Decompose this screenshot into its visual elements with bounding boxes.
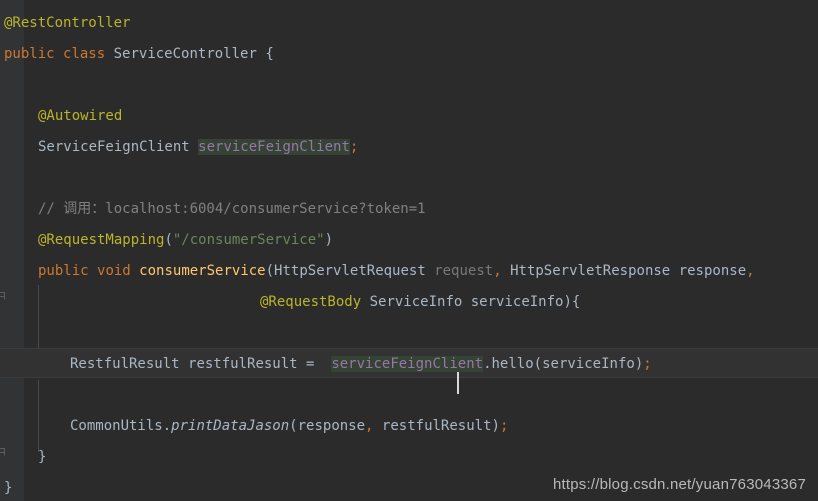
- code-line[interactable]: CommonUtils.printDataJason(response, res…: [70, 411, 508, 441]
- field-service-feign-client[interactable]: serviceFeignClient: [198, 139, 350, 155]
- code-content[interactable]: @RestController public class ServiceCont…: [0, 0, 818, 501]
- param-type-service-info: ServiceInfo: [369, 294, 463, 310]
- field-service-feign-client-usage-tail[interactable]: ent: [457, 356, 484, 372]
- comma: ,: [746, 263, 755, 279]
- argument-restful-result: restfulResult: [381, 418, 492, 434]
- variable-restful-result: restfulResult: [188, 356, 298, 372]
- class-common-utils: CommonUtils: [70, 418, 163, 434]
- code-line[interactable]: @Autowired: [38, 101, 122, 131]
- paren-open: (: [164, 232, 173, 248]
- paren-open: (: [289, 418, 298, 434]
- param-service-info: serviceInfo: [470, 294, 564, 310]
- code-line[interactable]: // 调用：localhost:6004/consumerService?tok…: [38, 194, 426, 224]
- brace-close-method: }: [38, 449, 47, 465]
- string-mapping-path: "/consumerService": [172, 232, 325, 248]
- class-name-service-controller: ServiceController: [113, 46, 257, 62]
- paren-open: (: [533, 356, 543, 372]
- brace-open: {: [571, 294, 581, 310]
- type-service-feign-client: ServiceFeignClient: [38, 139, 190, 155]
- semicolon: ;: [499, 418, 509, 434]
- dot: .: [162, 418, 172, 434]
- field-service-feign-client-usage[interactable]: serviceFeignCli: [331, 356, 458, 372]
- annotation-request-mapping: @RequestMapping: [38, 232, 165, 248]
- comma: ,: [493, 263, 502, 279]
- watermark-url: https://blog.csdn.net/yuan763043367: [552, 476, 806, 493]
- param-type-http-servlet-response: HttpServletResponse: [510, 263, 671, 279]
- code-line[interactable]: public void consumerService(HttpServletR…: [38, 256, 755, 286]
- paren-open: (: [265, 263, 275, 279]
- code-line[interactable]: @RestController: [4, 8, 130, 38]
- keyword-public: public: [38, 263, 89, 279]
- brace-open: {: [265, 46, 274, 62]
- semicolon: ;: [643, 356, 652, 372]
- annotation-request-body: @RequestBody: [260, 294, 362, 310]
- paren-close: ): [324, 232, 334, 248]
- code-line[interactable]: RestfulResult restfulResult = serviceFei…: [70, 349, 652, 394]
- method-call-hello: hello: [491, 356, 534, 372]
- code-line[interactable]: public class ServiceController {: [4, 39, 274, 69]
- argument-service-info: serviceInfo: [542, 356, 635, 372]
- param-type-http-servlet-request: HttpServletRequest: [274, 263, 426, 279]
- keyword-public: public: [4, 46, 55, 62]
- argument-response: response: [297, 418, 366, 434]
- method-name-consumer-service: consumerService: [139, 263, 266, 279]
- annotation-rest-controller: @RestController: [4, 15, 131, 31]
- paren-close: ): [491, 418, 500, 434]
- code-editor[interactable]: @RestController public class ServiceCont…: [0, 0, 818, 501]
- code-line[interactable]: @RequestBody ServiceInfo serviceInfo){: [260, 287, 580, 317]
- semicolon: ;: [349, 139, 359, 155]
- dot: .: [483, 356, 492, 372]
- type-restful-result: RestfulResult: [70, 356, 180, 372]
- code-line[interactable]: }: [4, 473, 12, 501]
- annotation-autowired: @Autowired: [38, 108, 123, 124]
- keyword-class: class: [63, 46, 106, 62]
- paren-close: ): [634, 356, 644, 372]
- code-line[interactable]: ServiceFeignClient serviceFeignClient;: [38, 132, 358, 162]
- code-line[interactable]: @RequestMapping("/consumerService"): [38, 225, 333, 255]
- comment-call-url: // 调用：localhost:6004/consumerService?tok…: [38, 201, 426, 217]
- static-method-print-data-jason: printDataJason: [171, 418, 290, 434]
- code-line[interactable]: }: [38, 442, 46, 472]
- param-request: request: [434, 263, 494, 279]
- paren-close: ): [563, 294, 572, 310]
- brace-close-class: }: [4, 480, 13, 496]
- keyword-void: void: [97, 263, 131, 279]
- param-response: response: [678, 263, 747, 279]
